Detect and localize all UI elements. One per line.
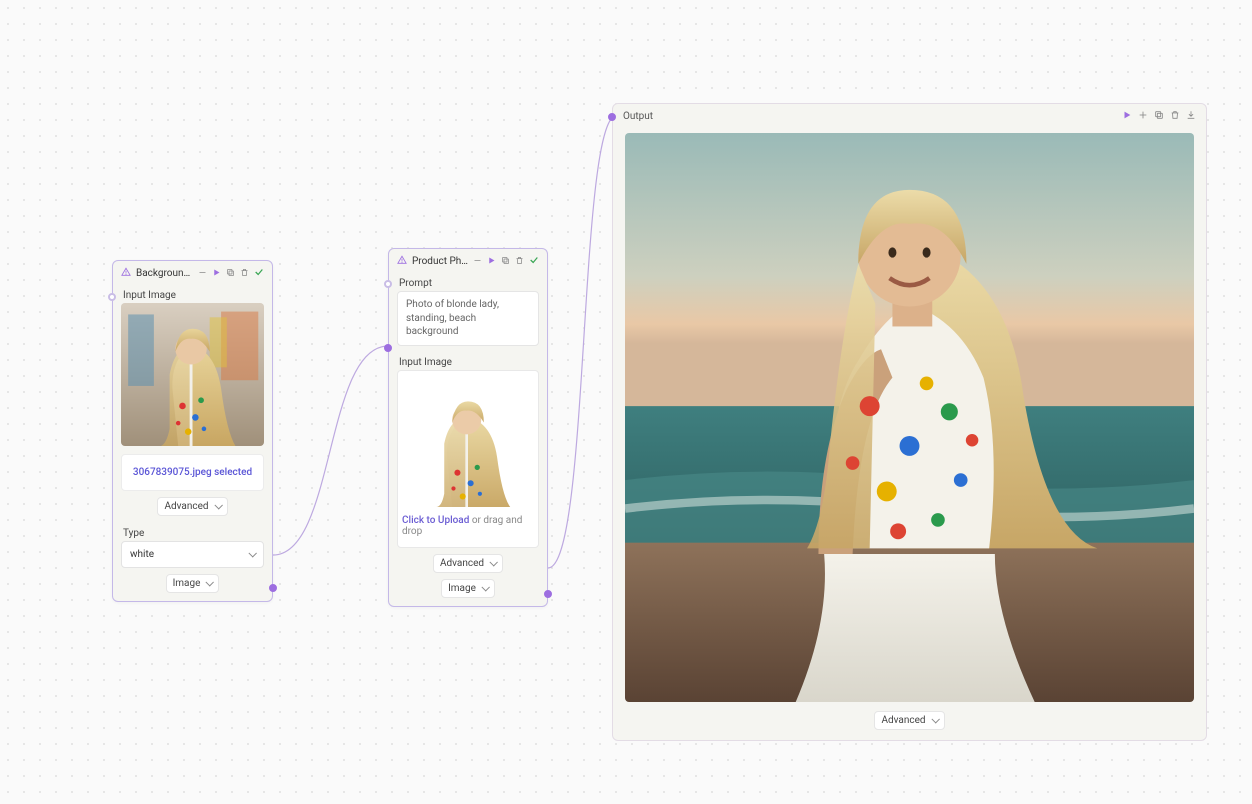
type-value: white: [130, 549, 154, 560]
copy-icon[interactable]: [1154, 110, 1164, 123]
input-image-port[interactable]: [384, 344, 392, 352]
upload-click-label: Click to Upload: [402, 515, 469, 526]
input-image-label: Input Image: [389, 349, 547, 370]
output-type-label: Image: [173, 578, 201, 589]
node-header[interactable]: Background R...: [113, 261, 272, 286]
collapse-icon[interactable]: [473, 256, 482, 268]
collapse-icon[interactable]: [198, 268, 207, 280]
chevron-down-icon: [247, 549, 255, 560]
node-header[interactable]: Product Phot...: [389, 249, 547, 274]
check-icon: [529, 255, 539, 268]
plus-icon[interactable]: [1138, 110, 1148, 123]
node-title: Background R...: [136, 268, 193, 279]
warning-triangle-icon: [397, 255, 407, 268]
cutout-image-thumb: [402, 375, 534, 507]
play-icon[interactable]: [487, 256, 496, 268]
upload-text[interactable]: Click to Upload or drag and drop: [402, 507, 534, 543]
advanced-label: Advanced: [440, 558, 484, 569]
chevron-down-icon: [204, 578, 212, 589]
prompt-label: Prompt: [389, 274, 547, 291]
advanced-label: Advanced: [164, 501, 208, 512]
advanced-toggle[interactable]: Advanced: [157, 497, 227, 516]
play-icon[interactable]: [1122, 110, 1132, 123]
prompt-input[interactable]: [397, 291, 539, 346]
upload-card[interactable]: Click to Upload or drag and drop: [397, 370, 539, 548]
advanced-toggle[interactable]: Advanced: [874, 711, 944, 730]
copy-icon[interactable]: [226, 268, 235, 280]
output-port[interactable]: [269, 584, 277, 592]
type-label: Type: [113, 524, 272, 541]
advanced-label: Advanced: [881, 715, 925, 726]
node-title: Output: [623, 111, 1116, 122]
input-image-label: Input Image: [113, 286, 272, 303]
chevron-down-icon: [488, 558, 496, 569]
node-product-photo[interactable]: Product Phot... Prompt Input Image: [388, 248, 548, 607]
output-port[interactable]: [544, 590, 552, 598]
trash-icon[interactable]: [515, 256, 524, 268]
trash-icon[interactable]: [240, 268, 249, 280]
play-icon[interactable]: [212, 268, 221, 280]
copy-icon[interactable]: [501, 256, 510, 268]
input-port[interactable]: [108, 293, 116, 301]
input-port[interactable]: [608, 113, 616, 121]
output-type-toggle[interactable]: Image: [441, 579, 495, 598]
node-title: Product Phot...: [412, 256, 468, 267]
warning-triangle-icon: [121, 267, 131, 280]
output-type-toggle[interactable]: Image: [166, 574, 220, 593]
node-background-removal[interactable]: Background R... Input Image: [112, 260, 273, 602]
advanced-toggle[interactable]: Advanced: [433, 554, 503, 573]
check-icon: [254, 267, 264, 280]
node-header[interactable]: Output: [613, 104, 1206, 129]
chevron-down-icon: [930, 715, 938, 726]
chevron-down-icon: [213, 501, 221, 512]
node-output[interactable]: Output: [612, 103, 1207, 741]
type-select[interactable]: white: [121, 541, 264, 568]
chevron-down-icon: [480, 583, 488, 594]
selected-file[interactable]: 3067839075.jpeg selected: [121, 454, 264, 491]
input-image-thumb[interactable]: [121, 303, 264, 446]
output-type-label: Image: [448, 583, 476, 594]
output-image[interactable]: [625, 133, 1194, 702]
download-icon[interactable]: [1186, 110, 1196, 123]
prompt-port[interactable]: [384, 280, 392, 288]
trash-icon[interactable]: [1170, 110, 1180, 123]
